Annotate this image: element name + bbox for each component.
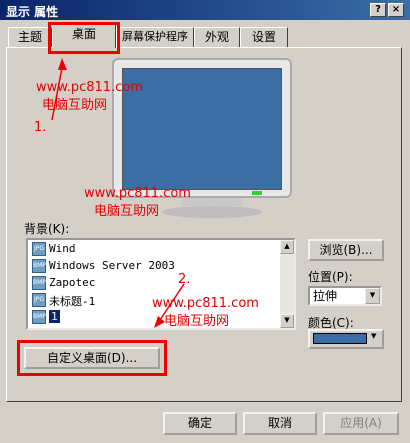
monitor-neck <box>182 198 242 206</box>
list-item-selected[interactable]: 1 <box>49 310 60 323</box>
watermark-site-2: 电脑互助网 <box>94 204 160 219</box>
help-button[interactable]: ? <box>370 3 386 17</box>
arrow-2-icon <box>154 283 185 328</box>
monitor-power-led <box>252 191 262 195</box>
background-label: 背景(K): <box>24 222 70 236</box>
tab-appearance[interactable]: 外观 <box>194 27 240 47</box>
arrow-1-icon <box>51 58 67 121</box>
close-button[interactable]: × <box>388 3 404 17</box>
highlight-tab-box <box>48 22 120 54</box>
bmp-file-icon: BMP <box>32 276 46 290</box>
tab-screensaver[interactable]: 屏幕保护程序 <box>116 27 194 47</box>
dropdown-arrow-icon[interactable]: ▼ <box>365 288 380 304</box>
list-item[interactable]: Wind <box>49 242 76 255</box>
cancel-button[interactable]: 取消 <box>243 412 317 435</box>
list-item[interactable]: Windows Server 2003 <box>49 259 175 272</box>
highlight-customize-box <box>17 340 167 376</box>
scroll-up-arrow-icon[interactable]: ▲ <box>280 240 294 254</box>
apply-button[interactable]: 应用(A) <box>323 412 399 435</box>
tab-theme[interactable]: 主题 <box>8 27 52 47</box>
browse-button[interactable]: 浏览(B)... <box>308 239 384 261</box>
list-item[interactable]: Zapotec <box>49 276 95 289</box>
watermark-url-2: www.pc811.com <box>84 186 191 201</box>
scroll-down-arrow-icon[interactable]: ▼ <box>280 314 294 328</box>
jpg-file-icon: JPG <box>32 242 46 256</box>
position-label: 位置(P): <box>308 270 353 284</box>
monitor-screen <box>122 68 282 190</box>
jpg-file-icon: JPG <box>32 293 46 307</box>
bmp-file-icon: BMP <box>32 259 46 273</box>
list-item[interactable]: 未标题-1 <box>49 293 95 309</box>
color-swatch <box>313 333 367 344</box>
monitor-stand <box>162 206 262 218</box>
dropdown-arrow-icon: ▼ <box>371 332 377 340</box>
tab-settings[interactable]: 设置 <box>240 27 288 47</box>
title-bar[interactable] <box>0 0 410 20</box>
ok-button[interactable]: 确定 <box>163 412 237 435</box>
bmp-file-icon: BMP <box>32 310 46 324</box>
window-title: 显示 属性 <box>6 5 59 19</box>
